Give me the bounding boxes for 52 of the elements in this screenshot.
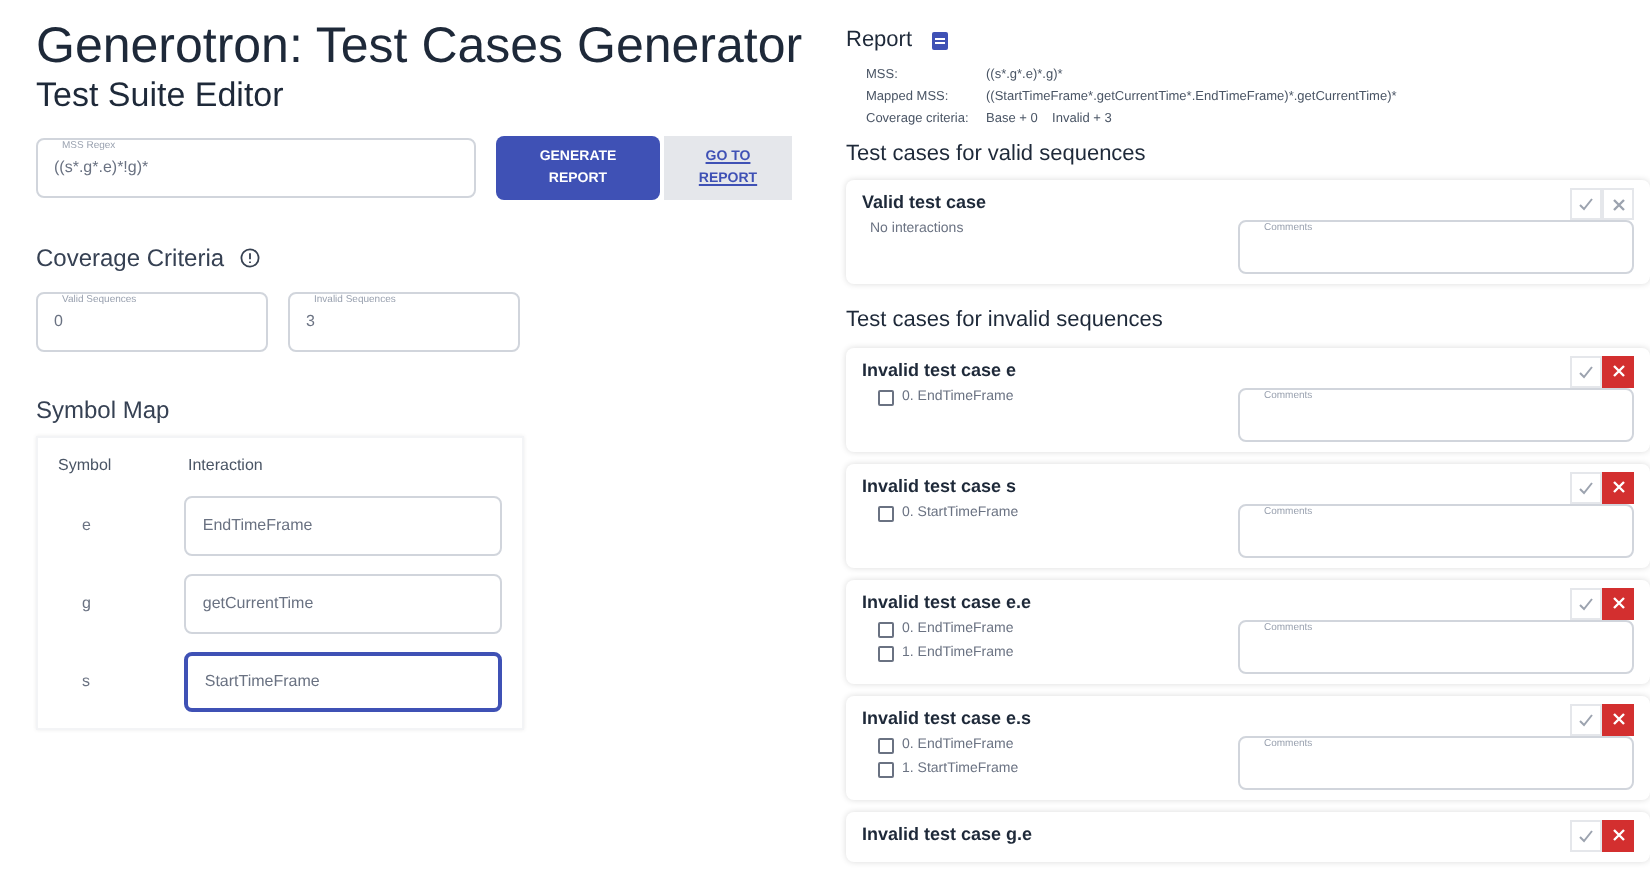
check-icon xyxy=(1578,711,1594,727)
section-heading: Symbol Map xyxy=(36,394,172,428)
info-icon[interactable] xyxy=(240,248,261,268)
document-icon[interactable] xyxy=(932,31,949,50)
section-heading: Coverage Criteria xyxy=(36,242,225,276)
close-icon xyxy=(1611,596,1625,610)
check-icon xyxy=(1578,363,1594,379)
page-subtitle: Test Suite Editor xyxy=(36,76,286,116)
checkbox[interactable] xyxy=(878,646,894,663)
close-icon xyxy=(1611,364,1625,378)
field-value: 0 xyxy=(54,310,63,334)
close-icon xyxy=(1611,480,1625,494)
reject-button[interactable] xyxy=(1602,703,1634,735)
reject-button[interactable] xyxy=(1602,587,1634,619)
close-icon xyxy=(1611,712,1625,726)
symbol-cell-text: s xyxy=(80,670,92,694)
symbol-cell-text: e xyxy=(80,514,93,538)
app-title: Generotron: Test Cases Generator xyxy=(36,16,805,76)
checkbox[interactable] xyxy=(878,762,894,779)
field-value: 3 xyxy=(306,310,315,334)
field-value: ((s*.g*.e)*!g)* xyxy=(54,156,149,180)
test-case-title: Invalid test case e xyxy=(862,357,1017,384)
checkbox[interactable] xyxy=(878,505,894,522)
check-icon xyxy=(1578,196,1594,212)
column-header: Symbol xyxy=(58,454,114,478)
interaction-field[interactable]: getCurrentTime xyxy=(184,574,502,634)
test-case-title: Invalid test case e.s xyxy=(862,705,1032,732)
check-icon xyxy=(1578,827,1594,843)
field-value: EndTimeFrame xyxy=(202,514,313,538)
field-value: StartTimeFrame xyxy=(204,670,320,694)
symbol-cell-text: g xyxy=(80,592,93,616)
reject-button[interactable] xyxy=(1602,355,1634,387)
section-heading: Test cases for invalid sequences xyxy=(846,306,1165,336)
reject-button[interactable] xyxy=(1602,471,1634,503)
interaction-field[interactable]: EndTimeFrame xyxy=(184,496,502,556)
close-icon xyxy=(1611,828,1625,842)
test-case-title: Invalid test case s xyxy=(862,473,1017,500)
checkbox[interactable] xyxy=(878,737,894,754)
report-heading: Report xyxy=(846,26,913,56)
interaction-field[interactable]: StartTimeFrame xyxy=(184,652,502,712)
column-header: Interaction xyxy=(188,454,263,478)
section-heading: Test cases for valid sequences xyxy=(846,139,1148,169)
check-icon xyxy=(1578,479,1594,495)
checkbox[interactable] xyxy=(878,389,894,406)
test-case-title: Valid test case xyxy=(862,190,987,217)
reject-button[interactable] xyxy=(1602,819,1634,851)
checkbox[interactable] xyxy=(878,621,894,638)
check-icon xyxy=(1578,595,1594,611)
close-icon xyxy=(1611,197,1625,211)
test-case-title: Invalid test case e.e xyxy=(862,589,1032,616)
field-value: getCurrentTime xyxy=(202,592,314,616)
test-case-title: Invalid test case g.e xyxy=(862,821,1033,848)
